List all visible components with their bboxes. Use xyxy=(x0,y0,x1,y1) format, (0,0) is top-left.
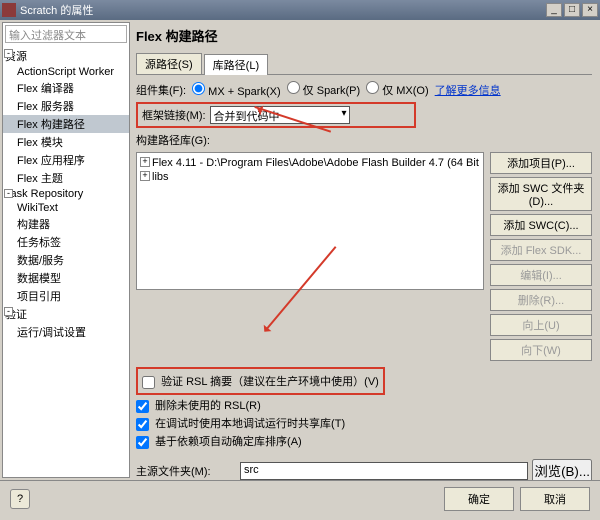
cancel-button[interactable]: 取消 xyxy=(520,487,590,511)
titlebar: Scratch 的属性 _ □ × xyxy=(0,0,600,20)
tab-library[interactable]: 库路径(L) xyxy=(204,54,268,75)
tree-item[interactable]: Flex 模块 xyxy=(3,133,129,151)
add-swc-button[interactable]: 添加 SWC(C)... xyxy=(490,214,592,236)
lib-item[interactable]: libs xyxy=(140,170,480,184)
lib-label: 构建路径库(G): xyxy=(136,132,210,148)
close-button[interactable]: × xyxy=(582,3,598,17)
lib-button-column: 添加项目(P)... 添加 SWC 文件夹(D)... 添加 SWC(C)...… xyxy=(490,152,592,361)
lib-list[interactable]: Flex 4.11 - D:\Program Files\Adobe\Adobe… xyxy=(136,152,484,290)
tree-item[interactable]: 任务标签 xyxy=(3,233,129,251)
filter-input[interactable]: 输入过滤器文本 xyxy=(5,25,127,43)
edit-button: 编辑(I)... xyxy=(490,264,592,286)
framework-link-label: 框架链接(M): xyxy=(142,107,206,123)
auto-order-check[interactable]: 基于依赖项自动确定库排序(A) xyxy=(136,433,592,449)
folders-group: 主源文件夹(M): src 浏览(B)... 输出文件夹(O): bin-deb… xyxy=(136,459,592,480)
use-local-check[interactable]: 在调试时使用本地调试运行时共享库(T) xyxy=(136,415,592,431)
remove-unused-check[interactable]: 删除未使用的 RSL(R) xyxy=(136,397,592,413)
add-project-button[interactable]: 添加项目(P)... xyxy=(490,152,592,174)
tree-item[interactable]: Flex 主题 xyxy=(3,169,129,187)
tree-group[interactable]: -Task Repository xyxy=(3,187,129,201)
radio-mx-only[interactable]: 仅 MX(O) xyxy=(366,81,429,98)
tree-item[interactable]: 数据模型 xyxy=(3,269,129,287)
more-info-link[interactable]: 了解更多信息 xyxy=(435,82,501,98)
tree-item[interactable]: Flex 构建路径 xyxy=(3,115,129,133)
verify-rsl-check[interactable]: 验证 RSL 摘要（建议在生产环境中使用）(V) xyxy=(142,373,379,389)
help-button[interactable]: ? xyxy=(10,489,30,509)
window-title: Scratch 的属性 xyxy=(20,2,546,18)
tree-item[interactable]: Flex 应用程序 xyxy=(3,151,129,169)
tab-bar: 源路径(S) 库路径(L) xyxy=(136,53,592,75)
footer: ? 确定 取消 xyxy=(0,480,600,516)
tree-group[interactable]: -验证 xyxy=(3,305,129,323)
radio-spark-only[interactable]: 仅 Spark(P) xyxy=(287,81,361,98)
tree-item[interactable]: 运行/调试设置 xyxy=(3,323,129,341)
framework-link-row: 框架链接(M): 合并到代码中 xyxy=(136,102,416,128)
tree-item[interactable]: Flex 编译器 xyxy=(3,79,129,97)
lib-item[interactable]: Flex 4.11 - D:\Program Files\Adobe\Adobe… xyxy=(140,156,480,170)
tab-source[interactable]: 源路径(S) xyxy=(136,53,202,74)
tree-item[interactable]: ActionScript Worker xyxy=(3,65,129,79)
maximize-button[interactable]: □ xyxy=(564,3,580,17)
remove-button: 删除(R)... xyxy=(490,289,592,311)
add-flex-sdk-button: 添加 Flex SDK... xyxy=(490,239,592,261)
verify-rsl-highlight: 验证 RSL 摘要（建议在生产环境中使用）(V) xyxy=(136,367,385,395)
tree-item[interactable]: WikiText xyxy=(3,201,129,215)
sidebar: 输入过滤器文本 -资源ActionScript WorkerFlex 编译器Fl… xyxy=(2,22,130,478)
tree-group[interactable]: -资源 xyxy=(3,47,129,65)
lib-area: Flex 4.11 - D:\Program Files\Adobe\Adobe… xyxy=(136,152,592,361)
browse-main-button[interactable]: 浏览(B)... xyxy=(532,459,592,480)
lib-label-row: 构建路径库(G): xyxy=(136,132,592,148)
framework-link-select[interactable]: 合并到代码中 xyxy=(210,106,350,124)
checks-group: 验证 RSL 摘要（建议在生产环境中使用）(V) 删除未使用的 RSL(R) 在… xyxy=(136,367,592,449)
window-buttons: _ □ × xyxy=(546,3,598,17)
down-button: 向下(W) xyxy=(490,339,592,361)
minimize-button[interactable]: _ xyxy=(546,3,562,17)
component-set-label: 组件集(F): xyxy=(136,82,186,98)
tree-item[interactable]: 构建器 xyxy=(3,215,129,233)
main-src-input[interactable]: src xyxy=(240,462,528,480)
tree-item[interactable]: 数据/服务 xyxy=(3,251,129,269)
app-icon xyxy=(2,3,16,17)
tree-item[interactable]: Flex 服务器 xyxy=(3,97,129,115)
add-swc-folder-button[interactable]: 添加 SWC 文件夹(D)... xyxy=(490,177,592,211)
ok-button[interactable]: 确定 xyxy=(444,487,514,511)
main-src-label: 主源文件夹(M): xyxy=(136,463,236,479)
radio-mx-spark[interactable]: MX + Spark(X) xyxy=(192,82,281,98)
up-button: 向上(U) xyxy=(490,314,592,336)
nav-tree: -资源ActionScript WorkerFlex 编译器Flex 服务器Fl… xyxy=(3,45,129,477)
component-set-row: 组件集(F): MX + Spark(X) 仅 Spark(P) 仅 MX(O)… xyxy=(136,81,592,98)
content-pane: Flex 构建路径 源路径(S) 库路径(L) 组件集(F): MX + Spa… xyxy=(132,20,600,480)
page-title: Flex 构建路径 xyxy=(136,26,592,45)
tree-item[interactable]: 项目引用 xyxy=(3,287,129,305)
